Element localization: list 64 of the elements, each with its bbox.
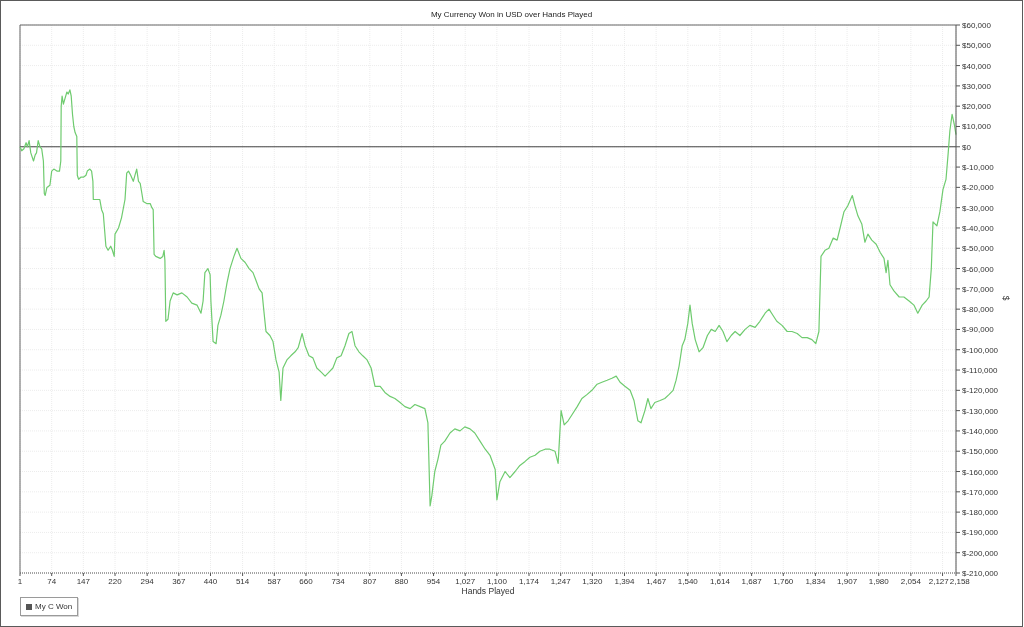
x-tick-label: 1,320 — [582, 577, 603, 586]
y-tick-label: $50,000 — [962, 41, 991, 51]
x-tick-label: 1 — [17, 577, 23, 586]
x-tick-label: 1,687 — [741, 577, 762, 586]
x-tick-label: 294 — [140, 577, 154, 586]
y-tick-label: $60,000 — [962, 21, 991, 30]
x-tick-label: 1,614 — [709, 577, 730, 586]
x-tick-label: 220 — [108, 577, 122, 586]
y-tick-label: $-120,000 — [962, 386, 999, 396]
y-tick-label: $-90,000 — [962, 325, 994, 335]
y-tick-label: $-150,000 — [962, 447, 999, 457]
y-tick-label: $-180,000 — [962, 508, 999, 518]
x-tick-label: 1,100 — [486, 577, 507, 586]
y-tick-label: $-200,000 — [962, 548, 999, 558]
y-tick-label: $0 — [962, 142, 971, 152]
x-tick-label: 587 — [267, 577, 281, 586]
y-tick-label: $-190,000 — [962, 528, 999, 538]
y-tick-label: $-10,000 — [962, 163, 994, 173]
y-tick-label: $-80,000 — [962, 305, 994, 315]
y-tick-label: $-50,000 — [962, 244, 994, 254]
x-tick-label: 2,158 — [949, 577, 970, 586]
x-tick-label: 660 — [299, 577, 313, 586]
x-tick-label: 1,540 — [677, 577, 698, 586]
y-tick-label: $20,000 — [962, 102, 991, 112]
x-tick-label: 1,027 — [455, 577, 476, 586]
y-tick-label: $-130,000 — [962, 406, 999, 416]
y-tick-label: $-140,000 — [962, 426, 999, 436]
y-tick-label: $40,000 — [962, 61, 991, 71]
chart-title: My Currency Won in USD over Hands Played — [430, 10, 593, 19]
y-tick-label: $-170,000 — [962, 487, 999, 497]
x-tick-label: 954 — [426, 577, 441, 586]
x-tick-label: 1,174 — [519, 577, 539, 586]
x-tick-label: 734 — [331, 577, 345, 586]
x-tick-label: 1,760 — [773, 577, 794, 586]
x-tick-label: 880 — [394, 577, 409, 586]
y-tick-label: $10,000 — [962, 122, 991, 132]
y-tick-label: $-110,000 — [962, 366, 998, 376]
x-tick-label: 2,054 — [900, 577, 921, 586]
x-tick-label: 807 — [363, 577, 377, 586]
y-tick-label: $-20,000 — [962, 183, 994, 193]
y-tick-label: $-160,000 — [962, 467, 999, 477]
x-tick-label: 2,127 — [928, 577, 949, 586]
x-tick-label: 74 — [47, 577, 57, 586]
x-axis-title: Hands Played — [461, 586, 515, 596]
x-tick-label: 1,907 — [837, 577, 858, 586]
x-tick-label: 1,467 — [646, 577, 667, 586]
x-tick-label: 147 — [76, 577, 91, 586]
x-tick-label: 440 — [203, 577, 218, 586]
y-tick-label: $-70,000 — [962, 284, 994, 294]
x-tick-label: 1,247 — [550, 577, 571, 586]
legend-label: My C Won — [35, 602, 73, 611]
x-tick-label: 1,834 — [805, 577, 826, 586]
x-tick-label: 514 — [235, 577, 250, 586]
y-tick-label: $-100,000 — [962, 345, 999, 355]
y-axis-title: $ — [1001, 295, 1011, 301]
y-tick-label: $-30,000 — [962, 203, 994, 213]
y-tick-label: $30,000 — [962, 81, 991, 91]
legend-swatch-icon — [26, 603, 32, 610]
y-tick-label: $-60,000 — [962, 264, 994, 274]
y-tick-label: $-40,000 — [962, 223, 994, 233]
x-tick-label: 1,394 — [614, 577, 635, 586]
x-tick-label: 1,980 — [868, 577, 889, 586]
x-tick-label: 367 — [172, 577, 186, 586]
y-tick-label: $-210,000 — [962, 569, 999, 578]
